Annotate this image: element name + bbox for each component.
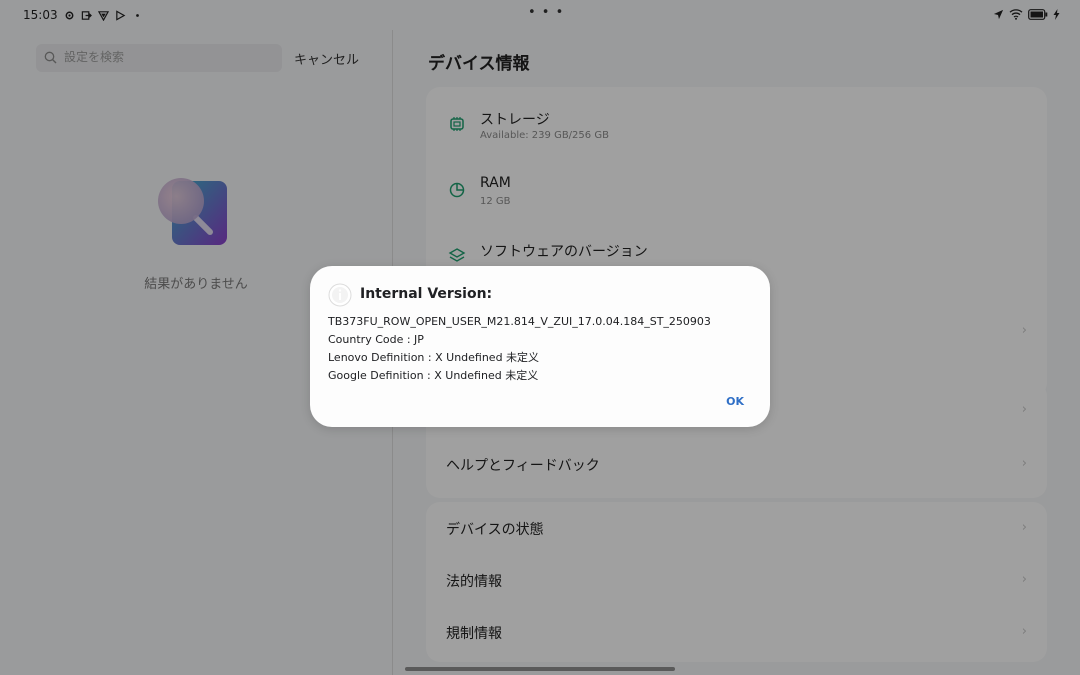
google-definition-text: Google Definition : X Undefined 未定义 bbox=[328, 369, 539, 382]
info-icon bbox=[328, 283, 352, 307]
country-code-text: Country Code : JP bbox=[328, 333, 424, 346]
internal-version-dialog: Internal Version: TB373FU_ROW_OPEN_USER_… bbox=[310, 266, 770, 427]
ok-button[interactable]: OK bbox=[726, 395, 744, 408]
build-number-text: TB373FU_ROW_OPEN_USER_M21.814_V_ZUI_17.0… bbox=[328, 315, 711, 328]
dialog-title: Internal Version: bbox=[360, 286, 493, 302]
dialog-body: TB373FU_ROW_OPEN_USER_M21.814_V_ZUI_17.0… bbox=[328, 313, 758, 385]
lenovo-definition-text: Lenovo Definition : X Undefined 未定义 bbox=[328, 351, 540, 364]
navigation-handle[interactable] bbox=[405, 667, 675, 671]
